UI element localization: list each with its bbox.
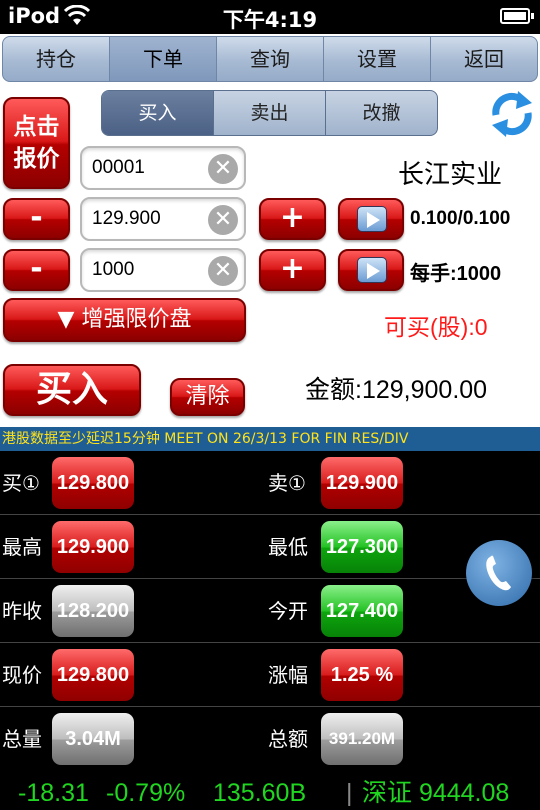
order-amount: 金额:129,900.00 [305,376,488,404]
stock-code-input[interactable]: 00001 ✕ [80,146,246,190]
quote-row: 最高 129.900 最低 127.300 [0,515,540,579]
phone-call-button[interactable] [466,540,532,606]
turnover-value: 391.20M [321,713,403,765]
clear-button[interactable]: 清除 [170,378,245,416]
quote-label: 总额 [268,727,308,751]
click-quote-button[interactable]: 点击 报价 [3,97,70,189]
stock-name: 长江实业 [398,159,503,189]
index-name-value: 深证 9444.08 [362,779,510,807]
lot-size: 每手:1000 [410,263,502,285]
index-bar: -18.31 -0.79% 135.60B | 深证 9444.08 [0,776,540,810]
quantity-plus-button[interactable]: + [259,249,326,291]
tab-settings[interactable]: 设置 [324,37,431,81]
price-value: 129.900 [92,208,161,229]
quote-row: 总量 3.04M 总额 391.20M [0,707,540,771]
tab-place-order[interactable]: 下单 [110,37,217,81]
price-spread: 0.100/0.100 [410,208,511,229]
quote-row: 现价 129.800 涨幅 1.25 % [0,643,540,707]
buy-submit-button[interactable]: 买入 [3,364,141,416]
clear-price-icon[interactable]: ✕ [208,205,238,235]
quote-label: 今开 [268,599,308,623]
open-value: 127.400 [321,585,403,637]
quote-label: 涨幅 [268,663,308,687]
price-plus-button[interactable]: + [259,198,326,240]
segment-modify-cancel[interactable]: 改撤 [326,91,437,135]
index-turnover: 135.60B [213,779,307,807]
quantity-input[interactable]: 1000 ✕ [80,248,246,292]
quote-button-line1: 点击 [13,114,60,140]
clock: 下午4:19 [222,8,318,32]
index-change-pct: -0.79% [106,779,186,807]
prev-close-value: 128.200 [52,585,134,637]
battery-icon [500,8,534,24]
ask1-value: 129.900 [321,457,403,509]
quantity-value: 1000 [92,259,135,280]
clear-stock-code-icon[interactable]: ✕ [208,154,238,184]
segment-buy[interactable]: 买入 [102,91,214,135]
play-icon [357,206,387,232]
status-bar: iPod 下午4:19 [0,0,540,34]
quote-row: 买① 129.800 卖① 129.900 [0,451,540,515]
quote-label: 昨收 [2,599,42,623]
quote-grid: 买① 129.800 卖① 129.900 最高 129.900 最低 127.… [0,451,540,776]
index-change: -18.31 [18,779,89,807]
quote-label: 卖① [268,471,306,495]
lot-size-play-button[interactable] [338,249,404,291]
price-spread-play-button[interactable] [338,198,404,240]
play-icon [357,257,387,283]
price-input[interactable]: 129.900 ✕ [80,197,246,241]
quote-row: 昨收 128.200 今开 127.400 [0,579,540,643]
stock-code-value: 00001 [92,157,145,178]
enhanced-limit-order-dropdown[interactable]: ▼ 增强限价盘 [3,298,246,342]
segment-sell[interactable]: 卖出 [214,91,326,135]
quote-label: 总量 [2,727,42,751]
buyable-shares: 可买(股):0 [384,314,488,340]
price-minus-button[interactable]: - [3,198,70,240]
change-pct-value: 1.25 % [321,649,403,701]
tab-back[interactable]: 返回 [431,37,537,81]
news-ticker: 港股数据至少延迟15分钟 MEET ON 26/3/13 FOR FIN RES… [0,427,540,451]
phone-icon [486,555,511,591]
main-tabs: 持仓 下单 查询 设置 返回 [2,36,538,82]
order-type-segment: 买入 卖出 改撤 [101,90,438,136]
quote-label: 最低 [268,535,308,559]
quantity-minus-button[interactable]: - [3,249,70,291]
quote-button-line2: 报价 [13,146,60,172]
order-panel: 持仓 下单 查询 设置 返回 买入 卖出 改撤 点击 报价 00001 ✕ 长江… [0,34,540,427]
volume-value: 3.04M [52,713,134,765]
clear-quantity-icon[interactable]: ✕ [208,256,238,286]
quote-label: 现价 [2,663,42,687]
low-value: 127.300 [321,521,403,573]
quote-label: 买① [2,471,40,495]
tab-query[interactable]: 查询 [217,37,324,81]
bid1-value: 129.800 [52,457,134,509]
last-price-value: 129.800 [52,649,134,701]
tab-holdings[interactable]: 持仓 [3,37,110,81]
high-value: 129.900 [52,521,134,573]
index-separator: | [346,779,353,807]
refresh-icon[interactable] [490,89,534,139]
quote-label: 最高 [2,535,42,559]
